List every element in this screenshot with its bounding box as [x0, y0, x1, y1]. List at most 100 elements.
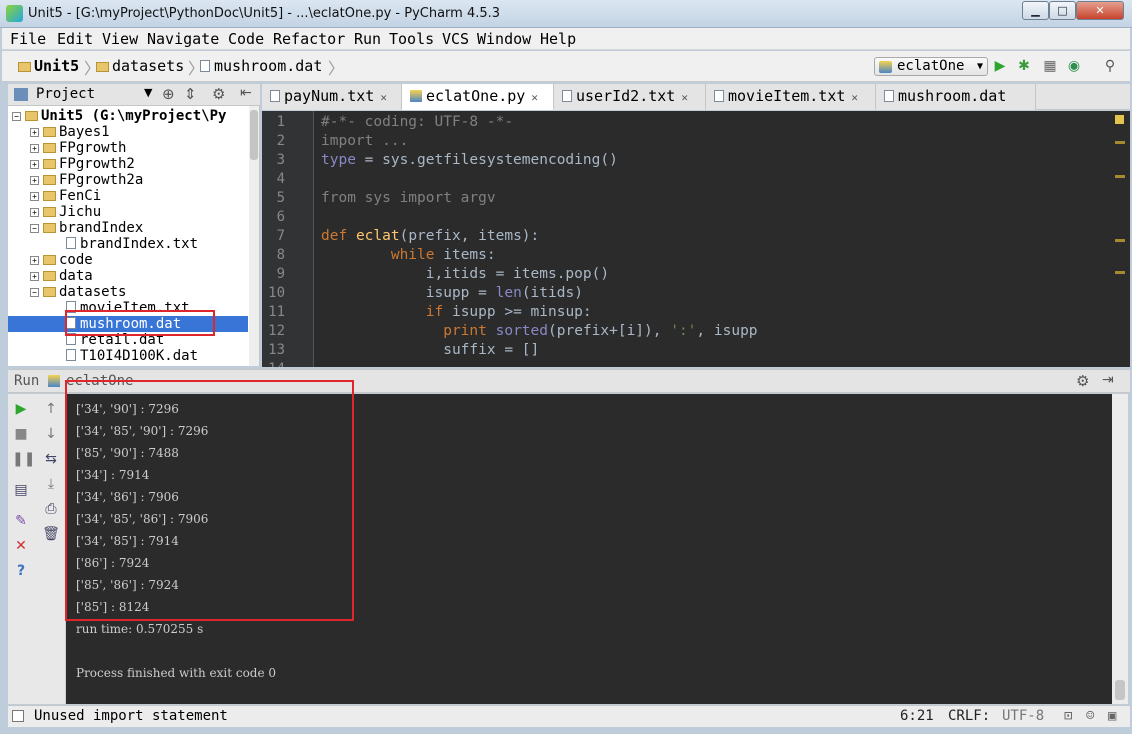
error-stripe-mark[interactable]	[1115, 239, 1125, 242]
menu-window[interactable]: Window	[477, 30, 531, 48]
coverage-icon[interactable]: ▦	[1042, 58, 1058, 74]
profile-icon[interactable]: ◉	[1066, 58, 1082, 74]
error-stripe-mark[interactable]	[1115, 141, 1125, 144]
highlight-box-mushroom	[65, 310, 215, 336]
tree-item-jichu[interactable]: + Jichu	[30, 204, 101, 220]
maximize-button[interactable]: □	[1049, 1, 1076, 20]
close-tab-icon[interactable]: ✕	[380, 91, 387, 104]
error-stripe-mark[interactable]	[1115, 271, 1125, 274]
close-run-icon[interactable]: ✕	[12, 537, 30, 555]
tree-item-fpgrowth2a[interactable]: + FPgrowth2a	[30, 172, 143, 188]
expand-icon[interactable]: +	[30, 256, 39, 265]
scroll-up-icon[interactable]: ↑	[42, 400, 60, 418]
menu-edit[interactable]: Edit	[57, 30, 93, 48]
tree-item-data[interactable]: + data	[30, 268, 93, 284]
scroll-to-end-icon[interactable]: ⤓	[42, 475, 60, 493]
tree-item-fpgrowth2[interactable]: + FPgrowth2	[30, 156, 135, 172]
collapse-icon[interactable]: −	[30, 288, 39, 297]
debug-icon[interactable]: ✱	[1016, 58, 1032, 74]
expand-icon[interactable]: +	[30, 272, 39, 281]
tree-item-brandindex[interactable]: − brandIndex	[30, 220, 143, 236]
help-icon[interactable]: ?	[12, 562, 30, 580]
expand-icon[interactable]: +	[30, 160, 39, 169]
tree-item-unit5[interactable]: − Unit5 (G:\myProject\Py	[12, 108, 226, 124]
gear-icon[interactable]: ⚙	[1076, 372, 1089, 390]
breadcrumb-mushroom[interactable]: mushroom.dat	[200, 57, 322, 75]
tab-paynum[interactable]: payNum.txt ✕	[262, 84, 402, 110]
run-icon[interactable]: ▶	[992, 58, 1008, 74]
collapse-all-icon[interactable]: ⇕	[184, 85, 197, 103]
hide-panel-icon[interactable]: ⇤	[240, 85, 252, 101]
tree-item-code[interactable]: + code	[30, 252, 93, 268]
event-log-icon[interactable]: ▣	[1108, 708, 1116, 724]
expand-icon[interactable]: +	[30, 128, 39, 137]
tree-item-datasets[interactable]: − datasets	[30, 284, 126, 300]
collapse-icon[interactable]: −	[12, 112, 21, 121]
menu-help[interactable]: Help	[540, 30, 576, 48]
run-configuration-select[interactable]: eclatOne ▼	[874, 57, 988, 76]
folder-icon	[43, 207, 56, 217]
console-scrollbar[interactable]	[1112, 394, 1128, 704]
tab-mushroom[interactable]: mushroom.dat	[876, 84, 1036, 110]
menu-navigate[interactable]: Navigate	[147, 30, 219, 48]
warning-indicator-icon[interactable]	[1115, 115, 1124, 124]
tree-scrollbar[interactable]	[249, 106, 259, 366]
tree-item-t10i4d100k-dat[interactable]: T10I4D100K.dat	[66, 348, 198, 364]
tool-windows-icon[interactable]	[12, 710, 24, 722]
tab-eclatone[interactable]: eclatOne.py ✕	[402, 84, 554, 110]
code-editor[interactable]: 1 2 3 4 5 6 7 8 9 10 11 12 13 14 #-*- co…	[262, 111, 1130, 367]
expand-icon[interactable]: +	[30, 208, 39, 217]
print-icon[interactable]: ⎙	[42, 500, 60, 518]
file-encoding[interactable]: UTF-8	[1002, 708, 1044, 724]
project-panel-label[interactable]: Project	[36, 86, 95, 102]
scroll-from-source-icon[interactable]: ⊕	[162, 85, 175, 103]
tree-item-bayes1[interactable]: + Bayes1	[30, 124, 110, 140]
pin-tab-icon[interactable]: ✎	[12, 512, 30, 530]
folder-icon	[43, 143, 56, 153]
tree-item-brandindex-txt[interactable]: brandIndex.txt	[66, 236, 198, 252]
dropdown-arrow-icon[interactable]: ▼	[144, 86, 152, 99]
menu-refactor[interactable]: Refactor	[273, 30, 345, 48]
pause-icon[interactable]: ❚❚	[12, 450, 35, 468]
restore-layout-icon[interactable]: ▤	[12, 481, 30, 499]
tab-movieitem[interactable]: movieItem.txt ✕	[706, 84, 876, 110]
lock-icon[interactable]: ⊡	[1064, 708, 1072, 724]
line-separator[interactable]: CRLF:	[948, 708, 990, 724]
status-bar: Unused import statement 6:21 CRLF: UTF-8…	[8, 705, 1130, 727]
menu-file[interactable]: File	[10, 30, 46, 48]
scroll-thumb[interactable]	[250, 110, 258, 160]
hide-panel-icon[interactable]: ⇥	[1102, 372, 1114, 388]
expand-icon[interactable]: +	[30, 144, 39, 153]
menu-view[interactable]: View	[102, 30, 138, 48]
scroll-thumb[interactable]	[1115, 680, 1125, 700]
close-tab-icon[interactable]: ✕	[531, 91, 538, 104]
menu-vcs[interactable]: VCS	[442, 30, 469, 48]
line-number: 4	[276, 171, 285, 187]
clear-all-icon[interactable]: 🗑	[42, 525, 60, 543]
scroll-down-icon[interactable]: ↓	[42, 425, 60, 443]
soft-wrap-icon[interactable]: ⇆	[42, 450, 60, 468]
close-tab-icon[interactable]: ✕	[681, 91, 688, 104]
close-window-button[interactable]: ✕	[1076, 1, 1124, 20]
tree-item-fenci[interactable]: + FenCi	[30, 188, 101, 204]
gear-icon[interactable]: ⚙	[212, 85, 225, 103]
menu-code[interactable]: Code	[228, 30, 264, 48]
search-icon[interactable]: ⚲	[1102, 58, 1118, 74]
tab-userid2[interactable]: userId2.txt ✕	[554, 84, 706, 110]
breadcrumb-unit5[interactable]: Unit5	[18, 57, 79, 75]
breadcrumb-datasets[interactable]: datasets	[96, 57, 184, 75]
tree-item-fpgrowth[interactable]: + FPgrowth	[30, 140, 126, 156]
collapse-icon[interactable]: −	[30, 224, 39, 233]
run-panel-label: Run	[14, 373, 40, 389]
expand-icon[interactable]: +	[30, 176, 39, 185]
stop-icon[interactable]: ■	[12, 425, 30, 443]
inspector-icon[interactable]: ☺	[1086, 708, 1094, 724]
menu-tools[interactable]: Tools	[389, 30, 434, 48]
error-stripe-mark[interactable]	[1115, 175, 1125, 178]
close-tab-icon[interactable]: ✕	[851, 91, 858, 104]
menu-run[interactable]: Run	[354, 30, 381, 48]
expand-icon[interactable]: +	[30, 192, 39, 201]
minimize-button[interactable]: ▁	[1022, 1, 1049, 20]
rerun-icon[interactable]: ▶	[12, 400, 30, 418]
caret-position[interactable]: 6:21	[900, 708, 934, 724]
